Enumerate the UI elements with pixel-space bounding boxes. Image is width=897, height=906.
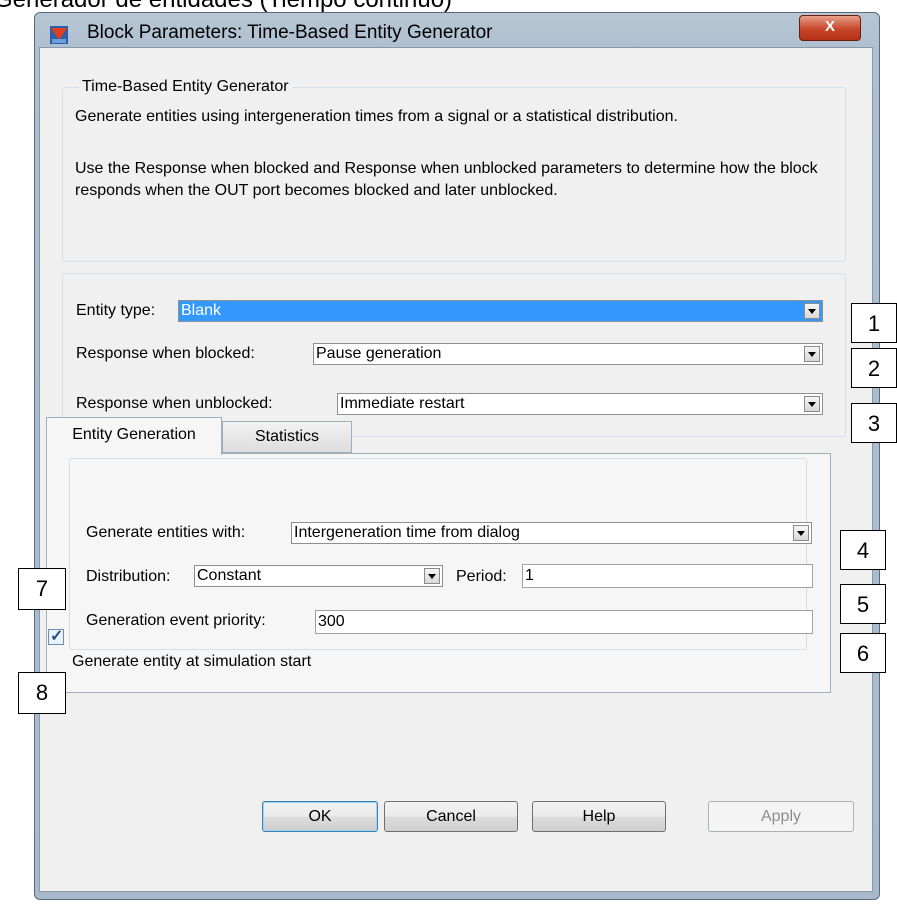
- period-input[interactable]: 1: [522, 564, 813, 588]
- description-group-title: Time-Based Entity Generator: [79, 78, 292, 96]
- callout-1: 1: [851, 303, 897, 343]
- response-blocked-value: Pause generation: [316, 345, 442, 362]
- entity-type-value: Blank: [181, 302, 222, 319]
- callout-3: 3: [851, 403, 897, 443]
- tab-statistics[interactable]: Statistics: [222, 421, 352, 453]
- help-button[interactable]: Help: [532, 801, 666, 832]
- tab-entity-generation[interactable]: Entity Generation: [46, 417, 222, 455]
- response-blocked-dropdown[interactable]: Pause generation: [313, 343, 823, 365]
- priority-label: Generation event priority:: [86, 612, 266, 629]
- checkmark-icon: ✓: [50, 628, 64, 645]
- distribution-label: Distribution:: [86, 568, 171, 585]
- priority-input[interactable]: 300: [315, 610, 813, 634]
- response-blocked-label: Response when blocked:: [76, 345, 255, 362]
- period-value: 1: [525, 567, 534, 584]
- distribution-value: Constant: [197, 567, 262, 584]
- close-button[interactable]: X: [799, 15, 861, 41]
- response-unblocked-dropdown[interactable]: Immediate restart: [337, 393, 823, 415]
- response-unblocked-label: Response when unblocked:: [76, 395, 273, 412]
- entity-type-label: Entity type:: [76, 302, 156, 319]
- generate-at-start-checkbox[interactable]: ✓: [48, 628, 64, 645]
- callout-7: 7: [18, 568, 66, 610]
- chevron-down-icon[interactable]: [804, 346, 820, 362]
- block-parameters-icon: [50, 26, 68, 44]
- apply-button: Apply: [708, 801, 854, 832]
- response-unblocked-value: Immediate restart: [340, 395, 465, 412]
- chevron-down-icon[interactable]: [804, 303, 820, 319]
- window-title: Block Parameters: Time-Based Entity Gene…: [87, 22, 493, 43]
- chevron-down-icon[interactable]: [793, 525, 809, 541]
- callout-2: 2: [851, 348, 897, 388]
- priority-value: 300: [318, 613, 345, 630]
- description-line-2: Use the Response when blocked and Respon…: [75, 160, 818, 199]
- generate-with-dropdown[interactable]: Intergeneration time from dialog: [291, 522, 812, 544]
- generate-with-label: Generate entities with:: [86, 524, 246, 541]
- chevron-down-icon[interactable]: [424, 568, 440, 584]
- callout-5: 5: [840, 584, 886, 624]
- chevron-down-icon[interactable]: [804, 396, 820, 412]
- generate-at-start-label: Generate entity at simulation start: [72, 653, 312, 670]
- callout-4: 4: [840, 530, 886, 570]
- distribution-dropdown[interactable]: Constant: [194, 565, 443, 587]
- generate-with-value: Intergeneration time from dialog: [294, 524, 520, 541]
- description-line-1: Generate entities using intergeneration …: [75, 108, 678, 125]
- cancel-button[interactable]: Cancel: [384, 801, 518, 832]
- callout-8: 8: [18, 672, 66, 714]
- period-label: Period:: [456, 568, 507, 585]
- entity-type-dropdown[interactable]: Blank: [178, 300, 823, 322]
- callout-6: 6: [840, 633, 886, 673]
- ok-button[interactable]: OK: [262, 801, 378, 832]
